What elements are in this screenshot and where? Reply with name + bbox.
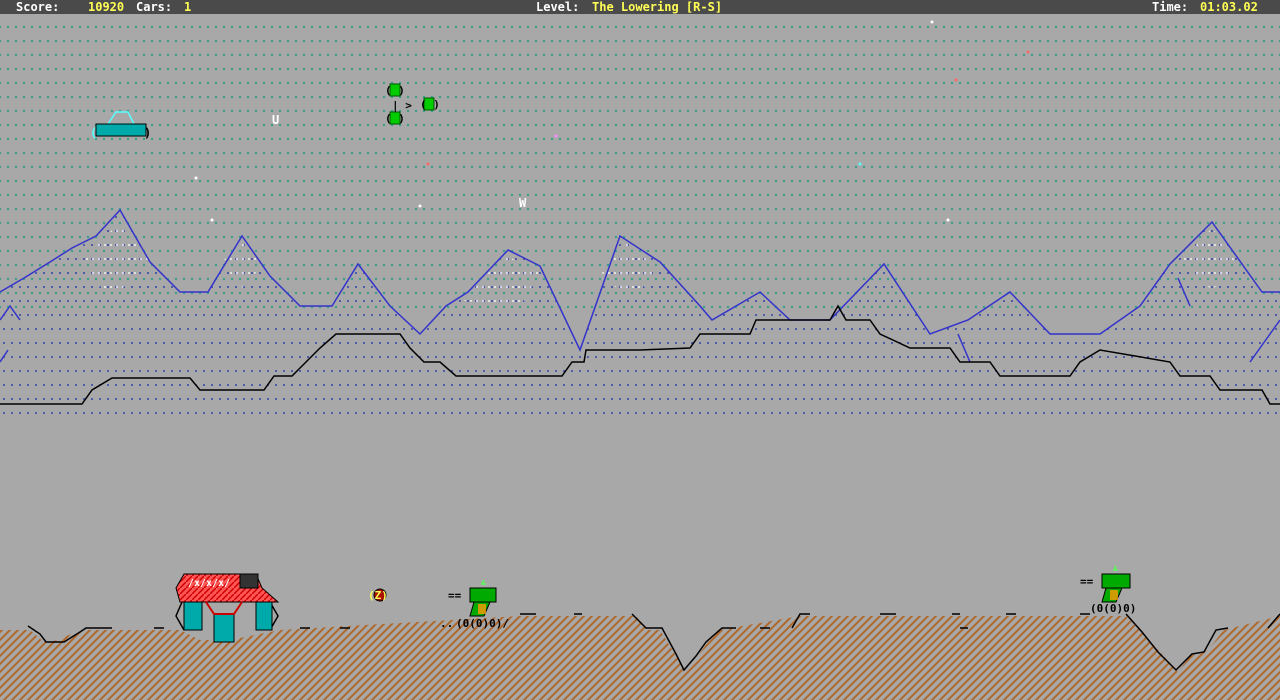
svg-text:(0(0)0): (0(0)0) (1090, 602, 1136, 615)
svg-text:( ): ( ) (385, 84, 405, 97)
svg-text:(: ( (90, 126, 97, 140)
svg-text:): ) (144, 126, 151, 140)
sky-sparkles (194, 20, 1030, 222)
mountain-range-back (0, 208, 1280, 420)
svg-text:( ): ( ) (420, 98, 440, 111)
tank-enemy-right: == (0(0)0) (1080, 565, 1136, 615)
sky-letter-u: U (272, 113, 279, 127)
svg-text:( ): ( ) (385, 112, 405, 125)
game-scene: U W ( ) ( ) ( ) | > ( ) /x/x/x/ (Z) == .… (0, 20, 1280, 700)
svg-text:(0(0)0)/: (0(0)0)/ (456, 617, 509, 630)
ufo-enemy: ( ) ( ) | > ( ) (385, 83, 440, 125)
sky-letter-w: W (519, 196, 527, 210)
svg-text:/x/x/x/: /x/x/x/ (188, 578, 230, 589)
mine-obstacle: (Z) (368, 588, 388, 602)
svg-text:| >: | > (392, 99, 412, 112)
svg-text:(Z): (Z) (368, 589, 388, 602)
tank-enemy-left: == .. (0(0)0)/ (440, 579, 509, 630)
svg-text:..: .. (440, 617, 453, 630)
svg-text:==: == (1080, 575, 1094, 588)
svg-text:==: == (448, 589, 462, 602)
player-buggy: /x/x/x/ (175, 573, 280, 643)
flying-car-enemy: ( ) (90, 111, 151, 140)
